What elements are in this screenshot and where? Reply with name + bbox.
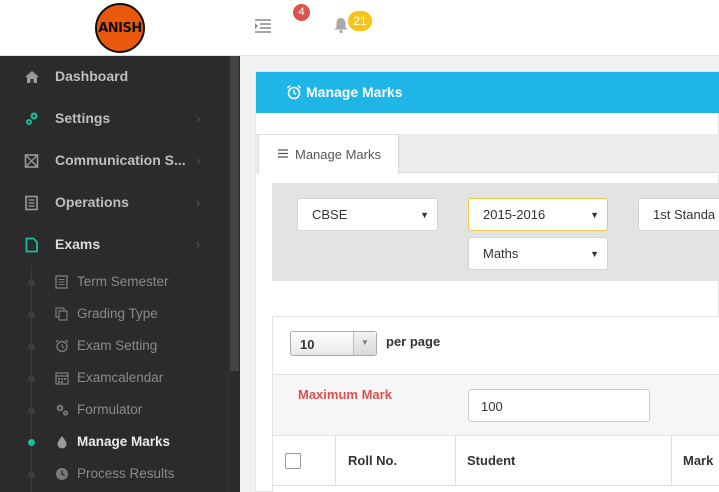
submenu-item-manage-marks[interactable]: Manage Marks (0, 426, 228, 458)
select-all-checkbox[interactable] (285, 453, 301, 469)
sidebar-scrollbar-thumb[interactable] (230, 56, 239, 371)
submenu-item-label: Grading Type (77, 306, 158, 321)
submenu-item-label: Process Results (77, 466, 175, 481)
chevron-right-icon: › (196, 111, 201, 126)
brand-logo-text: ANISH (98, 20, 142, 36)
messages-badge[interactable]: 4 (293, 4, 310, 21)
submenu-dot (28, 343, 35, 350)
tab-bar: Manage Marks (256, 134, 719, 174)
per-page-label: per page (386, 334, 441, 349)
session-select[interactable]: 2015-2016 ▼ (468, 198, 608, 231)
cogs-icon (56, 404, 69, 416)
submenu-dot (28, 311, 35, 318)
marks-table-header: Roll No. Student Mark (273, 436, 719, 486)
caret-down-icon: ▼ (590, 249, 599, 259)
tab-label: Manage Marks (295, 147, 381, 162)
per-page-value: 10 (300, 337, 315, 352)
chevron-right-icon: › (196, 195, 201, 210)
maximum-mark-input[interactable]: 100 (468, 389, 650, 422)
sidebar: ANISH Dashboard Settings › Communication… (0, 0, 240, 492)
home-icon (25, 71, 39, 83)
submenu-item-label: Term Semester (77, 274, 169, 289)
caret-down-icon: ▼ (420, 210, 429, 220)
session-select-value: 2015-2016 (483, 207, 546, 222)
copy-icon (55, 307, 68, 321)
submenu-item-examcalendar[interactable]: Examcalendar (0, 362, 228, 394)
calendar-icon (55, 372, 69, 385)
list-alt-icon (55, 275, 68, 289)
submenu-item-formulator[interactable]: Formulator (0, 394, 228, 426)
chevron-right-icon: › (196, 153, 201, 168)
sidebar-item-operations[interactable]: Operations › (0, 182, 228, 224)
per-page-select[interactable]: 10 ▼ (290, 331, 377, 356)
notifications-badge[interactable]: 21 (348, 11, 372, 31)
select-all-header (273, 436, 336, 486)
column-header-label: Roll No. (348, 453, 398, 468)
list-icon (25, 195, 38, 211)
column-header-label: Mark (683, 453, 714, 468)
column-header-mark[interactable]: Mark (672, 436, 719, 486)
board-select-value: CBSE (312, 207, 348, 222)
caret-down-icon: ▼ (361, 338, 369, 347)
sidebar-item-settings[interactable]: Settings › (0, 98, 228, 140)
standard-select-value: 1st Standa (653, 207, 716, 222)
marks-list-panel: 10 ▼ per page Maximum Mark 100 Roll No. … (272, 316, 719, 492)
alarm-clock-icon (286, 84, 302, 100)
card-header: Manage Marks (256, 72, 719, 113)
alarm-clock-icon (55, 339, 69, 353)
submenu-item-exam-setting[interactable]: Exam Setting (0, 330, 228, 362)
per-page-dropdown-button[interactable]: ▼ (353, 332, 376, 355)
sidebar-item-communication[interactable]: Communication S... › (0, 140, 228, 182)
standard-select[interactable]: 1st Standa (638, 198, 719, 231)
submenu-item-label: Formulator (77, 402, 143, 417)
board-select[interactable]: CBSE ▼ (297, 198, 438, 231)
sidebar-item-dashboard[interactable]: Dashboard (0, 56, 228, 98)
menu-toggle-icon[interactable] (254, 18, 272, 34)
submenu-dot (28, 407, 35, 414)
sidebar-item-exams[interactable]: Exams › (0, 224, 228, 266)
subject-select-value: Maths (483, 246, 519, 261)
sidebar-item-label: Operations (55, 194, 129, 210)
manage-marks-card: Manage Marks Manage Marks CBSE ▼ 2015-20… (255, 71, 719, 492)
column-header-roll-no[interactable]: Roll No. (336, 436, 456, 486)
submenu-item-term-semester[interactable]: Term Semester (0, 266, 228, 298)
submenu-item-label: Manage Marks (77, 434, 171, 449)
tab-manage-marks[interactable]: Manage Marks (258, 134, 399, 174)
maximum-mark-value: 100 (481, 399, 503, 414)
sidebar-item-label: Communication S... (55, 152, 186, 168)
maximum-mark-label: Maximum Mark (298, 387, 392, 402)
submenu-dot (28, 279, 35, 286)
envelope-icon (24, 154, 39, 168)
bars-icon (278, 149, 288, 158)
submenu-dot (28, 471, 35, 478)
submenu-item-process-results[interactable]: Process Results (0, 458, 228, 490)
column-header-student[interactable]: Student (456, 436, 672, 486)
brand-logo[interactable]: ANISH (95, 3, 145, 53)
submenu-dot-active (28, 439, 35, 446)
file-icon (25, 237, 38, 253)
drop-icon (57, 436, 67, 449)
clock-icon (56, 468, 68, 480)
submenu-item-label: Exam Setting (77, 338, 158, 353)
logo-area: ANISH (0, 0, 240, 56)
subject-select[interactable]: Maths ▼ (468, 237, 608, 270)
maximum-mark-row: Maximum Mark 100 (273, 374, 719, 436)
column-header-label: Student (467, 453, 516, 468)
submenu-item-label: Examcalendar (77, 370, 164, 385)
chevron-right-icon: › (196, 237, 201, 252)
page-title: Manage Marks (306, 84, 403, 100)
cogs-icon (26, 112, 38, 125)
sidebar-item-label: Dashboard (55, 68, 129, 84)
main-content: Manage Marks Manage Marks CBSE ▼ 2015-20… (240, 57, 719, 492)
submenu-item-grading-type[interactable]: Grading Type (0, 298, 228, 330)
top-navbar: 4 21 (240, 0, 719, 56)
submenu-dot (28, 375, 35, 382)
sidebar-item-label: Settings (55, 110, 111, 126)
sidebar-item-label: Exams (55, 236, 101, 252)
filter-panel: CBSE ▼ 2015-2016 ▼ 1st Standa Maths ▼ (272, 183, 719, 281)
caret-down-icon: ▼ (590, 210, 599, 220)
